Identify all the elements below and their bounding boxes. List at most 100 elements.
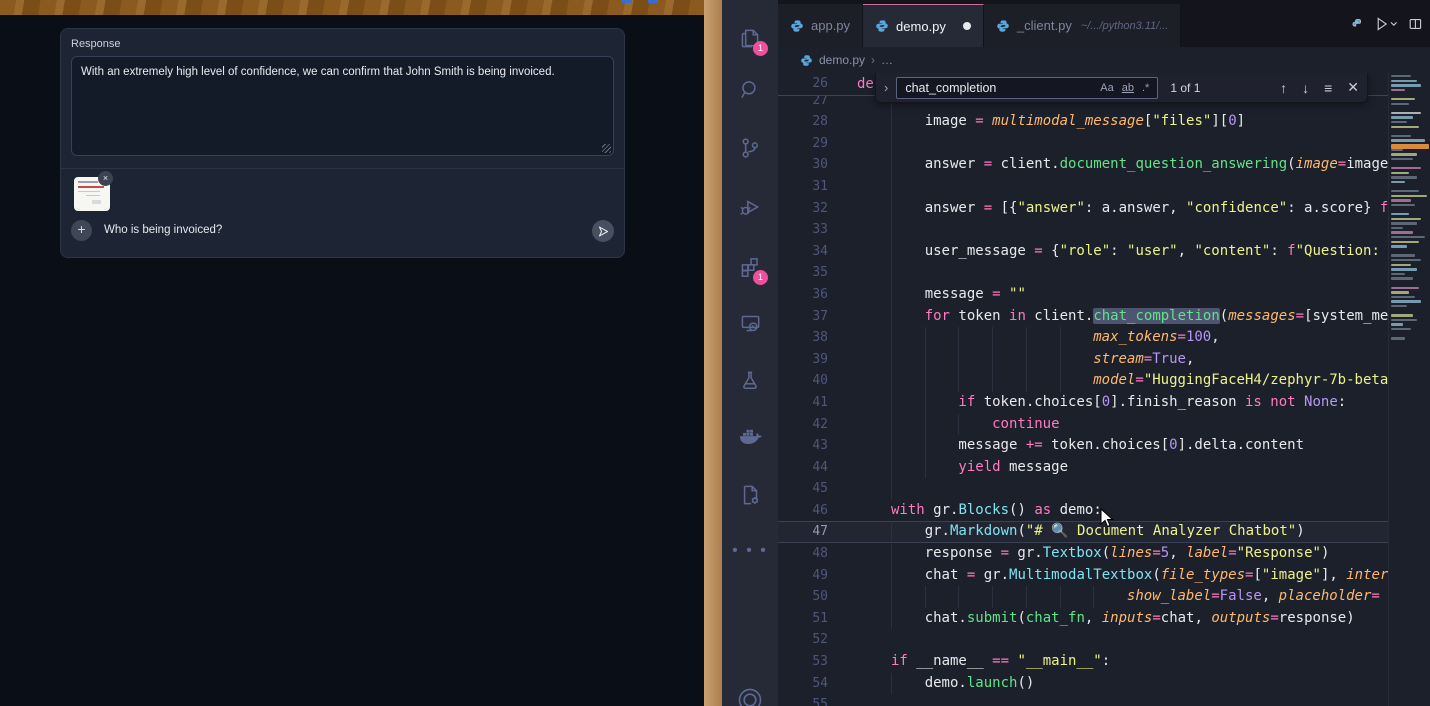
find-query[interactable]: chat_completion	[905, 81, 1096, 95]
send-button[interactable]	[592, 220, 614, 242]
minimap-line	[1391, 139, 1425, 141]
code-line[interactable]: 54demo.launch()	[778, 673, 1388, 695]
find-widget: › chat_completion Aa ab .* 1 of 1 ↑ ↓ ≡ …	[875, 73, 1368, 103]
tab-app-py[interactable]: app.py	[778, 4, 863, 47]
wallpaper-detail	[648, 0, 658, 3]
response-textarea[interactable]: With an extremely high level of confiden…	[71, 56, 614, 156]
minimap-line	[1391, 158, 1413, 160]
code-line[interactable]: 28image = multimodal_message["files"][0]	[778, 111, 1388, 133]
find-previous-button[interactable]: ↑	[1280, 80, 1287, 96]
minimap-line	[1391, 323, 1403, 325]
python-icon	[996, 19, 1010, 33]
code-line[interactable]: 39stream=True,	[778, 349, 1388, 371]
account-icon[interactable]	[722, 676, 778, 706]
breadcrumb-symbol[interactable]: …	[881, 53, 893, 67]
code-line[interactable]: 48response = gr.Textbox(lines=5, label="…	[778, 543, 1388, 565]
whole-word-toggle[interactable]: ab	[1118, 81, 1138, 95]
code-lines: 2728image = multimodal_message["files"][…	[778, 90, 1388, 706]
code-line[interactable]: 51chat.submit(chat_fn, inputs=chat, outp…	[778, 608, 1388, 630]
run-debug-icon[interactable]	[722, 183, 778, 231]
minimap-line	[1391, 112, 1421, 114]
minimap-line	[1391, 98, 1415, 100]
code-line[interactable]: 44yield message	[778, 457, 1388, 479]
extensions-icon[interactable]: 1	[722, 243, 778, 291]
testing-icon[interactable]	[722, 356, 778, 404]
minimap-line	[1391, 245, 1407, 247]
minimap-line	[1391, 328, 1411, 330]
regex-toggle[interactable]: .*	[1138, 81, 1153, 95]
code-line[interactable]: 34user_message = {"role": "user", "conte…	[778, 241, 1388, 263]
file-settings-icon[interactable]	[722, 471, 778, 519]
minimap-line	[1391, 277, 1413, 279]
modified-indicator[interactable]	[963, 22, 971, 30]
desktop: Response With an extremely high level of…	[0, 0, 1430, 706]
code-line[interactable]: 52	[778, 629, 1388, 651]
search-icon[interactable]	[722, 66, 778, 114]
breadcrumb-file[interactable]: demo.py	[819, 53, 865, 67]
code-line[interactable]: 29	[778, 133, 1388, 155]
python-icon	[875, 19, 889, 33]
find-results-count: 1 of 1	[1170, 81, 1200, 95]
code-line[interactable]: 46with gr.Blocks() as demo:	[778, 500, 1388, 522]
code-line[interactable]: 30answer = client.document_question_answ…	[778, 154, 1388, 176]
code-editor[interactable]: 2728image = multimodal_message["files"][…	[778, 73, 1430, 706]
minimap-line	[1391, 167, 1421, 169]
python-icon	[1352, 17, 1363, 31]
minimap-line	[1391, 222, 1417, 224]
minimap[interactable]	[1388, 73, 1430, 706]
code-line[interactable]: 41if token.choices[0].finish_reason is n…	[778, 392, 1388, 414]
minimap-line	[1391, 227, 1403, 229]
find-next-button[interactable]: ↓	[1302, 80, 1309, 96]
tab-description: ~/.../python3.11/...	[1081, 20, 1169, 32]
match-case-toggle[interactable]: Aa	[1096, 81, 1117, 95]
add-file-button[interactable]: +	[71, 220, 92, 241]
code-line[interactable]: 50show_label=False, placeholder=	[778, 586, 1388, 608]
docker-icon[interactable]	[722, 413, 778, 461]
minimap-line	[1391, 190, 1419, 192]
code-line[interactable]: 55	[778, 694, 1388, 706]
code-line[interactable]: 53if __name__ == "__main__":	[778, 651, 1388, 673]
tab-demo-py[interactable]: demo.py	[863, 4, 984, 47]
source-control-icon[interactable]	[722, 124, 778, 172]
minimap-line	[1391, 199, 1411, 201]
find-expand-chevron[interactable]: ›	[884, 80, 888, 95]
split-editor-button[interactable]	[1409, 16, 1422, 32]
code-line[interactable]: 38max_tokens=100,	[778, 327, 1388, 349]
minimap-line	[1391, 172, 1409, 174]
minimap-line	[1391, 121, 1407, 123]
minimap-line	[1391, 84, 1421, 86]
minimap-line	[1391, 213, 1409, 215]
code-line[interactable]: 49chat = gr.MultimodalTextbox(file_types…	[778, 565, 1388, 587]
code-line[interactable]: 36message = ""	[778, 284, 1388, 306]
minimap-line	[1391, 89, 1405, 91]
remote-explorer-icon[interactable]	[722, 299, 778, 347]
code-line[interactable]: 37for token in client.chat_completion(me…	[778, 306, 1388, 328]
minimap-line	[1391, 126, 1419, 128]
minimap-line	[1391, 300, 1421, 302]
tab-client-py[interactable]: _client.py ~/.../python3.11/...	[984, 4, 1181, 47]
explorer-icon[interactable]: 1	[722, 14, 778, 62]
find-input[interactable]: chat_completion Aa ab .*	[896, 77, 1158, 99]
remove-attachment-button[interactable]: ×	[98, 171, 113, 186]
code-line[interactable]: 33	[778, 219, 1388, 241]
code-line[interactable]: 40model="HuggingFaceH4/zephyr-7b-beta	[778, 370, 1388, 392]
code-line[interactable]: 45	[778, 478, 1388, 500]
code-line[interactable]: 32answer = [{"answer": a.answer, "confid…	[778, 198, 1388, 220]
find-in-selection-button[interactable]: ≡	[1324, 80, 1332, 96]
response-label: Response	[71, 38, 121, 50]
code-line[interactable]: 35	[778, 262, 1388, 284]
run-python-file-button[interactable]	[1375, 15, 1399, 33]
find-close-button[interactable]: ✕	[1347, 79, 1359, 96]
minimap-line	[1391, 204, 1415, 206]
code-line[interactable]: 31	[778, 176, 1388, 198]
extensions-badge: 1	[753, 270, 768, 285]
code-line[interactable]: 47gr.Markdown("# 🔍 Document Analyzer Cha…	[778, 521, 1388, 543]
chat-input-text[interactable]: Who is being invoiced?	[104, 224, 222, 236]
resize-handle[interactable]	[602, 144, 611, 153]
code-line[interactable]: 43message += token.choices[0].delta.cont…	[778, 435, 1388, 457]
code-line[interactable]: 42continue	[778, 414, 1388, 436]
minimap-line	[1391, 116, 1413, 118]
breadcrumb[interactable]: demo.py › …	[778, 47, 1430, 73]
gradio-app-window: Response With an extremely high level of…	[0, 0, 704, 706]
more-actions-icon[interactable]: • • •	[722, 527, 778, 575]
